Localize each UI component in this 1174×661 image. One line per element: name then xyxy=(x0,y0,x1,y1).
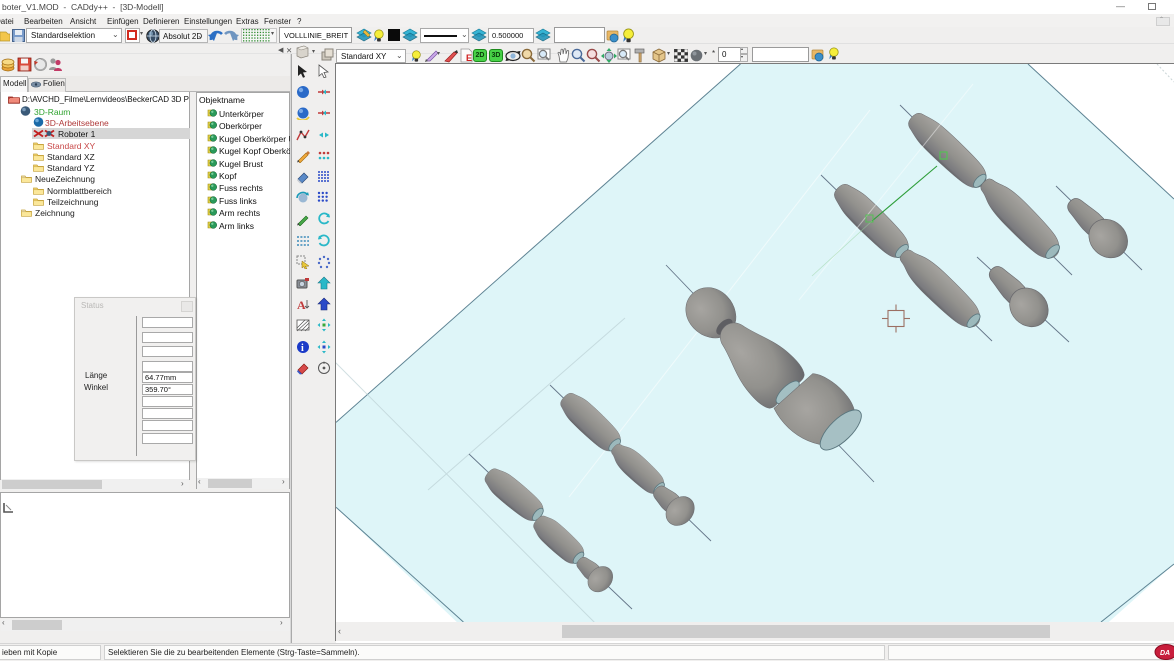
svg-text:DA: DA xyxy=(1160,650,1170,657)
svg-text:i: i xyxy=(301,343,304,354)
svg-text:E: E xyxy=(466,53,472,63)
svg-text:A: A xyxy=(297,298,306,311)
